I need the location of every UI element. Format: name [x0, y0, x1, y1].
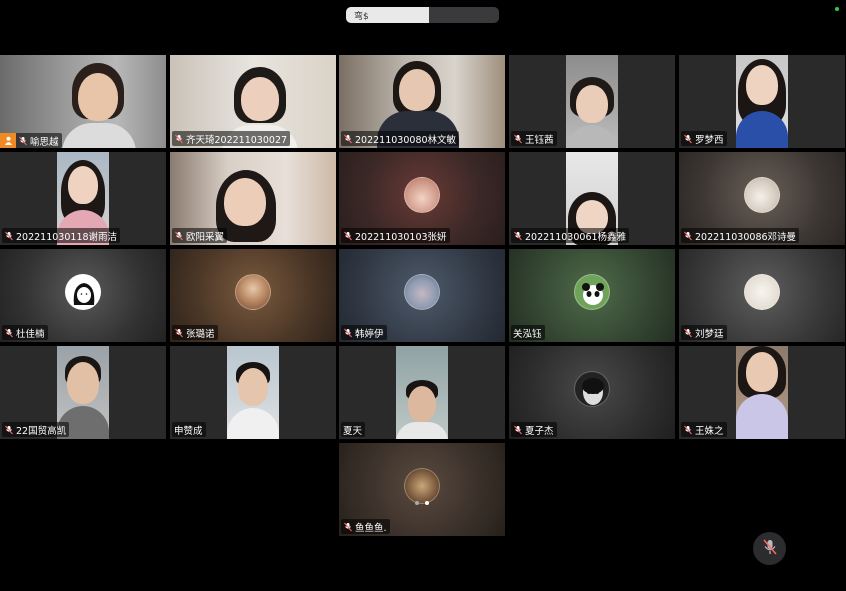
participant-tile[interactable]: 202211030080林文敏	[339, 55, 505, 148]
participant-label: 鱼鱼鱼.	[341, 519, 390, 534]
avatar	[65, 273, 101, 310]
participant-label: 罗梦西	[681, 131, 727, 146]
participant-tile[interactable]: 韩婷伊	[339, 249, 505, 342]
mic-muted-icon	[343, 522, 353, 532]
view-switch-other[interactable]	[429, 7, 499, 23]
mic-muted-icon	[174, 231, 184, 241]
mic-muted-icon	[18, 136, 28, 146]
participant-name: 22国贸高凯	[16, 425, 67, 437]
mic-muted-icon	[513, 425, 523, 435]
participant-name: 202211030080林文敏	[355, 134, 457, 146]
view-switch-selected[interactable]: 弯$	[346, 7, 429, 23]
participant-name: 罗梦西	[695, 134, 724, 146]
participant-name: 夏天	[343, 425, 363, 437]
participant-label: 202211030103张妍	[341, 228, 450, 243]
participant-name: 张璐诺	[186, 328, 215, 340]
mic-muted-icon	[513, 231, 523, 241]
participant-tile[interactable]: 202211030103张妍	[339, 152, 505, 245]
participant-label: 202211030118谢雨洁	[2, 228, 121, 243]
participant-label: 韩婷伊	[341, 325, 387, 340]
participant-name: 喻思越	[30, 136, 59, 148]
participant-name: 鱼鱼鱼.	[355, 522, 387, 534]
avatar	[744, 176, 780, 213]
participant-tile[interactable]: 22国贸高凯	[0, 346, 166, 439]
participant-label: 夏子杰	[511, 422, 557, 437]
participant-name: 韩婷伊	[355, 328, 384, 340]
participant-label: 喻思越	[0, 133, 62, 148]
mic-muted-icon	[683, 134, 693, 144]
mic-muted-icon	[174, 134, 184, 144]
participant-name: 202211030103张妍	[355, 231, 447, 243]
participant-tile[interactable]: 申赞成	[170, 346, 336, 439]
participant-name: 夏子杰	[525, 425, 554, 437]
participant-label: 刘梦廷	[681, 325, 727, 340]
view-switch[interactable]: 弯$	[346, 7, 499, 23]
participant-tile[interactable]: 夏天	[339, 346, 505, 439]
participant-name: 202211030086邓诗曼	[695, 231, 797, 243]
participant-label: 欧阳采翼	[172, 228, 228, 243]
participant-name: 王姝之	[695, 425, 724, 437]
participant-tile[interactable]: 关泓钰	[509, 249, 675, 342]
mic-muted-icon	[343, 134, 353, 144]
participant-tile[interactable]: 夏子杰	[509, 346, 675, 439]
participant-tile[interactable]: 202211030086邓诗曼	[679, 152, 845, 245]
avatar	[235, 273, 271, 310]
participant-label: 杜佳楠	[2, 325, 48, 340]
mic-muted-icon	[513, 134, 523, 144]
participant-name: 申赞成	[174, 425, 203, 437]
participant-tile[interactable]: 杜佳楠	[0, 249, 166, 342]
mic-muted-icon	[4, 425, 14, 435]
mic-muted-icon	[683, 328, 693, 338]
participant-name: 刘梦廷	[695, 328, 724, 340]
participant-label: 22国贸高凯	[2, 422, 70, 437]
mic-muted-icon	[343, 231, 353, 241]
participant-label: 关泓钰	[511, 325, 545, 340]
participant-name: 欧阳采翼	[186, 231, 225, 243]
participant-name: 杜佳楠	[16, 328, 45, 340]
mute-button[interactable]	[753, 532, 786, 565]
participant-label: 202211030061杨鑫雅	[511, 228, 630, 243]
participant-tile[interactable]: 鱼鱼鱼.	[339, 443, 505, 536]
participant-tile[interactable]: 王钰茜	[509, 55, 675, 148]
participant-tile[interactable]: 202211030118谢雨洁	[0, 152, 166, 245]
avatar	[404, 467, 440, 504]
avatar	[744, 273, 780, 310]
mic-muted-icon	[343, 328, 353, 338]
participant-label: 齐天琦202211030027	[172, 131, 291, 146]
carousel-dots	[415, 501, 429, 505]
mic-muted-icon	[174, 328, 184, 338]
participant-name: 202211030061杨鑫雅	[525, 231, 627, 243]
avatar	[574, 273, 610, 310]
participant-label: 王钰茜	[511, 131, 557, 146]
person-icon	[0, 133, 16, 148]
participant-label: 夏天	[341, 422, 366, 437]
participant-name: 关泓钰	[513, 328, 542, 340]
avatar	[404, 273, 440, 310]
participant-tile[interactable]: 罗梦西	[679, 55, 845, 148]
participant-label: 202211030080林文敏	[341, 131, 460, 146]
mic-off-icon	[761, 538, 779, 560]
connection-status-dot	[835, 7, 839, 11]
participant-tile[interactable]: 王姝之	[679, 346, 845, 439]
participant-tile[interactable]: 张璐诺	[170, 249, 336, 342]
participant-tile[interactable]: 刘梦廷	[679, 249, 845, 342]
mic-muted-icon	[4, 231, 14, 241]
participant-label: 202211030086邓诗曼	[681, 228, 800, 243]
mic-muted-icon	[683, 425, 693, 435]
avatar	[404, 176, 440, 213]
participant-tile[interactable]: 喻思越	[0, 55, 166, 148]
participant-name: 王钰茜	[525, 134, 554, 146]
participant-name: 202211030118谢雨洁	[16, 231, 118, 243]
participant-tile[interactable]: 齐天琦202211030027	[170, 55, 336, 148]
mic-muted-icon	[4, 328, 14, 338]
participant-label: 王姝之	[681, 422, 727, 437]
participant-tile[interactable]: 202211030061杨鑫雅	[509, 152, 675, 245]
participant-label: 张璐诺	[172, 325, 218, 340]
participant-tile[interactable]: 欧阳采翼	[170, 152, 336, 245]
mic-muted-icon	[683, 231, 693, 241]
avatar	[574, 370, 610, 407]
participant-label: 申赞成	[172, 422, 206, 437]
participant-name: 齐天琦202211030027	[186, 134, 288, 146]
